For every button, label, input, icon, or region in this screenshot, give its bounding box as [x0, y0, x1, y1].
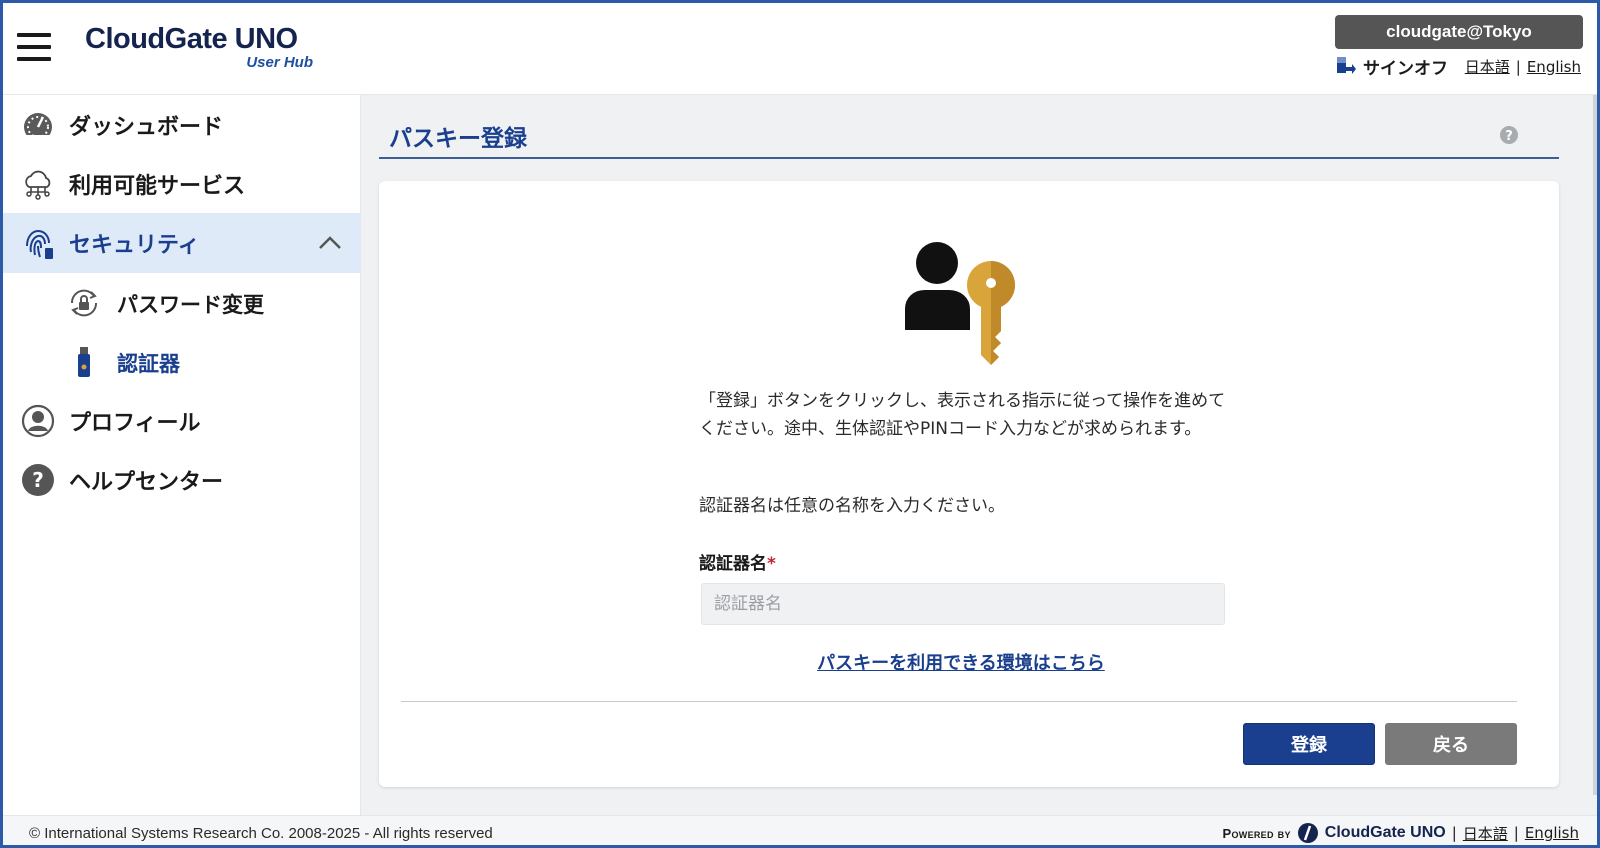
authenticator-name-label-text: 認証器名	[699, 554, 767, 574]
copyright-text: © International Systems Research Co. 200…	[29, 825, 493, 842]
required-marker: *	[767, 554, 776, 574]
footer: © International Systems Research Co. 200…	[3, 815, 1597, 845]
sidebar-item-label: パスワード変更	[117, 293, 264, 317]
logo[interactable]: CloudGate UNO User Hub	[85, 23, 325, 75]
user-badge[interactable]: cloudgate@Tokyo	[1335, 15, 1583, 49]
register-button[interactable]: 登録	[1243, 723, 1375, 765]
sidebar-item-security[interactable]: セキュリティ	[3, 213, 361, 273]
sidebar-item-label: ヘルプセンター	[69, 470, 224, 495]
cloud-network-icon	[25, 170, 51, 200]
authenticator-name-label: 認証器名*	[699, 549, 776, 574]
footer-lang-en-link[interactable]: English	[1525, 824, 1579, 842]
sidebar-item-authenticator[interactable]: 認証器	[3, 332, 361, 392]
logo-sub-text: User Hub	[246, 54, 313, 71]
passkey-environment-link[interactable]: パスキーを利用できる環境はこちら	[811, 649, 1111, 675]
svg-text:?: ?	[32, 468, 44, 492]
svg-text:?: ?	[1505, 129, 1513, 144]
lang-en-link[interactable]: English	[1527, 58, 1581, 76]
sidebar-item-dashboard[interactable]: ダッシュボード	[3, 95, 361, 155]
help-circle-icon: ?	[22, 464, 54, 496]
sidebar-item-label: セキュリティ	[69, 233, 200, 258]
sidebar-item-label: プロフィール	[69, 411, 201, 436]
cloudgate-logo-icon	[1297, 823, 1318, 843]
security-key-icon	[78, 347, 90, 377]
logo-main-text: CloudGate UNO	[85, 23, 298, 55]
lock-refresh-icon	[70, 289, 98, 317]
footer-right: Powered by CloudGate UNO | 日本語 | English	[1222, 822, 1579, 844]
sidebar-item-help-center[interactable]: ? ヘルプセンター	[3, 450, 361, 510]
signoff-button[interactable]: サインオフ	[1335, 53, 1448, 79]
app-window: CloudGate UNO User Hub cloudgate@Tokyo サ…	[0, 0, 1600, 848]
footer-lang-ja-link[interactable]: 日本語	[1463, 823, 1508, 844]
card-divider	[401, 701, 1517, 702]
lang-ja-link[interactable]: 日本語	[1465, 56, 1510, 77]
name-hint-text: 認証器名は任意の名称を入力ください。	[699, 496, 1005, 516]
signoff-label: サインオフ	[1363, 58, 1448, 79]
page-title: パスキー登録	[389, 126, 527, 152]
sidebar-item-profile[interactable]: プロフィール	[3, 391, 361, 451]
header: CloudGate UNO User Hub cloudgate@Tokyo サ…	[3, 3, 1597, 95]
fingerprint-icon	[26, 229, 53, 259]
signoff-icon	[1337, 57, 1356, 74]
footer-lang-separator: |	[1513, 824, 1519, 842]
sidebar-item-services[interactable]: 利用可能サービス	[3, 154, 361, 214]
authenticator-name-input[interactable]	[701, 583, 1225, 625]
footer-logo-text: CloudGate UNO	[1324, 824, 1446, 841]
footer-separator: |	[1451, 824, 1457, 842]
powered-by-text: Powered by	[1222, 825, 1291, 841]
sidebar: ダッシュボード 利用可能サービス セキュリティ パスワード変更 認証器 プロフィ…	[3, 95, 361, 815]
language-switcher: 日本語 | English	[1465, 56, 1581, 77]
user-key-icon	[903, 242, 1015, 365]
back-button[interactable]: 戻る	[1385, 723, 1517, 765]
sidebar-item-label: 認証器	[117, 352, 180, 376]
sidebar-item-label: 利用可能サービス	[69, 174, 246, 199]
user-circle-icon	[21, 404, 55, 438]
scrollbar[interactable]	[1593, 95, 1597, 795]
lang-separator: |	[1515, 57, 1521, 76]
passkey-card: 「登録」ボタンをクリックし、表示される指示に従って操作を進めてください。途中、生…	[379, 181, 1559, 787]
gauge-icon	[24, 113, 52, 141]
sidebar-item-password-change[interactable]: パスワード変更	[3, 273, 361, 333]
main-content: パスキー登録 ? 「登録」ボタンをクリックし、表示される指示に従って操作を進めて…	[361, 95, 1597, 815]
chevron-up-icon[interactable]	[317, 233, 343, 253]
footer-language-switcher: 日本語 | English	[1463, 823, 1579, 844]
title-divider	[379, 157, 1559, 159]
sidebar-item-label: ダッシュボード	[69, 115, 224, 140]
instructions-text: 「登録」ボタンをクリックし、表示される指示に従って操作を進めてください。途中、生…	[699, 391, 1226, 439]
help-icon[interactable]: ?	[1499, 125, 1519, 145]
menu-icon[interactable]	[17, 33, 51, 63]
